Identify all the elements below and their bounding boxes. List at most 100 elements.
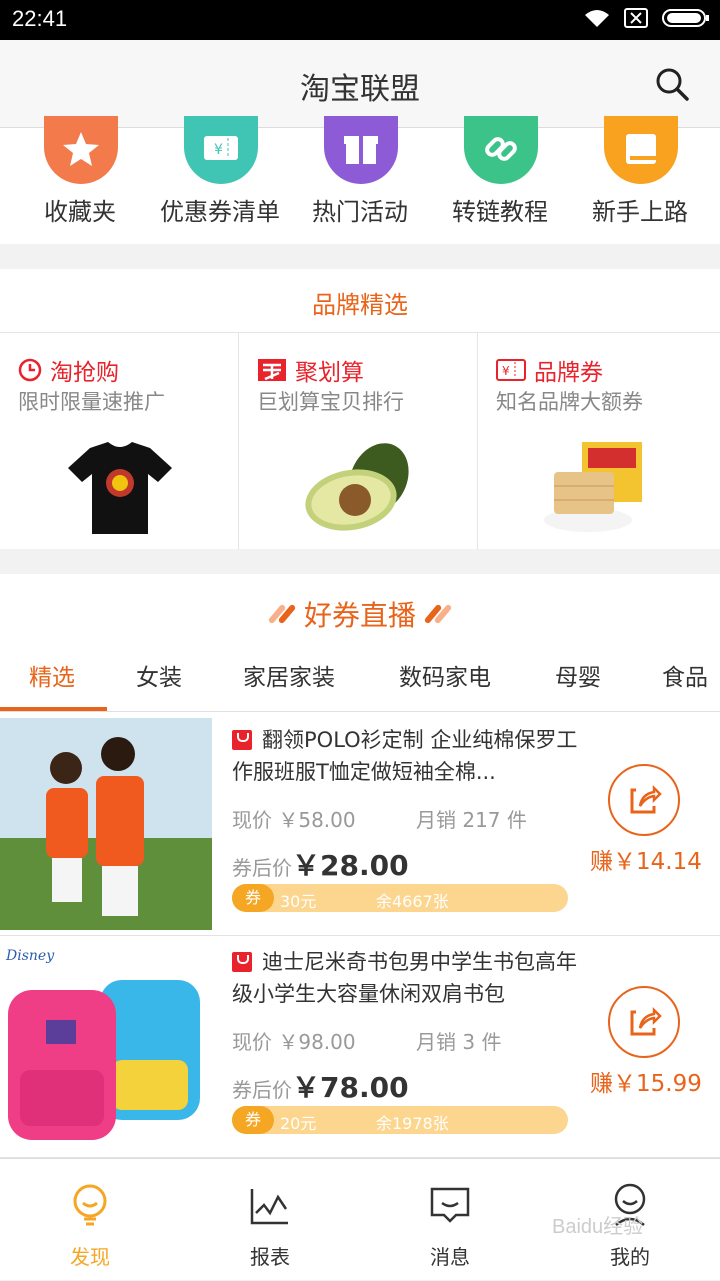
brand-taoqianggou[interactable]: 淘抢购 限时限量速推广 bbox=[0, 333, 239, 550]
brand-name: 品牌券 bbox=[534, 360, 603, 386]
quicknav-hot-activities[interactable]: 热门活动 bbox=[290, 116, 430, 244]
product-now-price: 现价 ￥98.00 bbox=[232, 1026, 356, 1055]
svg-text:¥: ¥ bbox=[502, 364, 510, 378]
tab-indicator bbox=[0, 707, 107, 711]
ju-icon bbox=[258, 359, 286, 381]
product-title-text: 翻领POLO衫定制 企业纯棉保罗工作服班服T恤定做短袖全棉... bbox=[232, 728, 578, 784]
product-image: Disney bbox=[0, 940, 212, 1152]
brand-name: 淘抢购 bbox=[50, 360, 119, 386]
clock-icon bbox=[18, 358, 42, 382]
product-title-text: 迪士尼米奇书包男中学生书包高年级小学生大容量休闲双肩书包 bbox=[232, 950, 577, 1006]
nav-label: 我的 bbox=[610, 1245, 650, 1269]
brand-heading: 聚划算 bbox=[257, 353, 364, 387]
after-price-value: ￥28.00 bbox=[292, 849, 409, 882]
brand-juhuasuan[interactable]: 聚划算 巨划算宝贝排行 bbox=[239, 333, 478, 550]
brand-sub: 巨划算宝贝排行 bbox=[257, 390, 404, 414]
battery-icon bbox=[662, 9, 709, 27]
category-tabs: 精选 女装 家居家装 数码家电 母婴 食品 bbox=[0, 644, 720, 712]
product-after-price: 券后价￥78.00 bbox=[232, 1066, 409, 1106]
share-button[interactable] bbox=[608, 764, 680, 836]
product-title: 迪士尼米奇书包男中学生书包高年级小学生大容量休闲双肩书包 bbox=[232, 946, 582, 1012]
nav-label: 消息 bbox=[430, 1245, 470, 1269]
earn-amount: 赚￥15.99 bbox=[590, 1071, 702, 1097]
coupon-remaining: 余4667张 bbox=[376, 892, 449, 911]
slash-decoration-icon bbox=[267, 603, 297, 625]
tab-baby[interactable]: 母婴 bbox=[555, 658, 601, 692]
quicknav-label: 新手上路 bbox=[592, 198, 688, 226]
nav-reports[interactable]: 报表 bbox=[220, 1159, 320, 1281]
tshirt-image bbox=[68, 442, 172, 534]
chart-icon bbox=[250, 1189, 288, 1225]
quicknav-link-tutorial[interactable]: 转链教程 bbox=[430, 116, 570, 244]
app-header: 淘宝联盟 bbox=[0, 40, 720, 128]
coupon-live-section: 好券直播 精选 女装 家居家装 数码家电 母婴 食品 翻领POLO衫定制 企业纯… bbox=[0, 574, 720, 1174]
message-icon bbox=[430, 1187, 470, 1223]
page-title: 淘宝联盟 bbox=[300, 72, 420, 107]
section-title-wrap: 好券直播 bbox=[0, 594, 720, 634]
brand-name: 聚划算 bbox=[295, 360, 364, 386]
biscuit-image bbox=[544, 442, 642, 532]
tab-featured[interactable]: 精选 bbox=[29, 658, 75, 692]
share-icon bbox=[630, 784, 662, 814]
brand-pinpaiquan[interactable]: ¥ 品牌券 知名品牌大额券 bbox=[478, 333, 720, 550]
link-icon bbox=[464, 116, 538, 184]
share-icon bbox=[630, 1006, 662, 1036]
now-price-label: 现价 bbox=[232, 1030, 272, 1054]
product-after-price: 券后价￥28.00 bbox=[232, 844, 409, 884]
brand-sub: 知名品牌大额券 bbox=[496, 390, 643, 414]
product-item[interactable]: Disney 迪士尼米奇书包男中学生书包高年级小学生大容量休闲双肩书包 现价 ￥… bbox=[0, 936, 720, 1158]
product-image bbox=[0, 718, 212, 930]
coupon-bar: 券 20元 余1978张 bbox=[232, 1106, 568, 1134]
sim-icon bbox=[624, 8, 648, 28]
nav-messages[interactable]: 消息 bbox=[400, 1159, 500, 1281]
coupon-tag: 券 bbox=[232, 884, 274, 912]
nav-label: 发现 bbox=[70, 1245, 110, 1269]
product-item[interactable]: 翻领POLO衫定制 企业纯棉保罗工作服班服T恤定做短袖全棉... 现价 ￥58.… bbox=[0, 714, 720, 936]
avocado-image bbox=[305, 443, 409, 531]
quicknav-coupon-list[interactable]: ¥ 优惠券清单 bbox=[150, 116, 290, 244]
now-price-value: ￥58.00 bbox=[278, 808, 356, 832]
after-price-label: 券后价 bbox=[232, 1078, 292, 1102]
search-icon[interactable] bbox=[654, 66, 690, 102]
now-price-label: 现价 bbox=[232, 808, 272, 832]
coupon-icon: ¥ bbox=[184, 116, 258, 184]
bulb-icon bbox=[73, 1184, 107, 1226]
product-sales: 月销 3 件 bbox=[416, 1030, 502, 1054]
tmall-icon bbox=[232, 730, 252, 750]
star-icon bbox=[44, 116, 118, 184]
status-icons bbox=[584, 8, 710, 28]
brand-heading: 淘抢购 bbox=[18, 353, 119, 387]
quicknav-label: 热门活动 bbox=[312, 198, 408, 226]
coupon-amount: 30元 bbox=[280, 892, 317, 911]
quicknav-beginner[interactable]: 新手上路 bbox=[570, 116, 710, 244]
gift-icon bbox=[324, 116, 398, 184]
wifi-icon bbox=[585, 10, 609, 27]
brand-section: 品牌精选 淘抢购 限时限量速推广 聚划算 巨划算宝贝排行 ¥ 品牌券 知名品牌大… bbox=[0, 269, 720, 550]
status-time: 22:41 bbox=[12, 6, 68, 31]
tab-womens[interactable]: 女装 bbox=[136, 658, 182, 692]
share-button[interactable] bbox=[608, 986, 680, 1058]
ticket-icon: ¥ bbox=[496, 359, 526, 381]
nav-discover[interactable]: 发现 bbox=[40, 1159, 140, 1281]
tab-digital[interactable]: 数码家电 bbox=[399, 658, 491, 692]
product-sales: 月销 217 件 bbox=[416, 808, 527, 832]
slash-decoration-icon bbox=[423, 603, 453, 625]
tab-home[interactable]: 家居家装 bbox=[243, 658, 335, 692]
tab-food[interactable]: 食品 bbox=[662, 658, 708, 692]
after-price-label: 券后价 bbox=[232, 856, 292, 880]
svg-text:¥: ¥ bbox=[214, 142, 223, 158]
quicknav-label: 转链教程 bbox=[452, 198, 548, 226]
status-bar: 22:41 bbox=[0, 0, 720, 40]
quick-nav: 收藏夹 ¥ 优惠券清单 热门活动 转链教程 新手上路 bbox=[0, 116, 720, 244]
quicknav-favorites[interactable]: 收藏夹 bbox=[10, 116, 150, 244]
now-price-value: ￥98.00 bbox=[278, 1030, 356, 1054]
quicknav-label: 优惠券清单 bbox=[160, 198, 280, 226]
section-title: 好券直播 bbox=[303, 599, 416, 632]
brand-sub: 限时限量速推广 bbox=[18, 390, 165, 414]
coupon-tag: 券 bbox=[232, 1106, 274, 1134]
svg-text:Disney: Disney bbox=[5, 948, 55, 964]
coupon-remaining: 余1978张 bbox=[376, 1114, 449, 1133]
brand-heading: ¥ 品牌券 bbox=[496, 353, 603, 387]
coupon-bar: 券 30元 余4667张 bbox=[232, 884, 568, 912]
watermark: Baidu经验 bbox=[552, 1216, 644, 1238]
